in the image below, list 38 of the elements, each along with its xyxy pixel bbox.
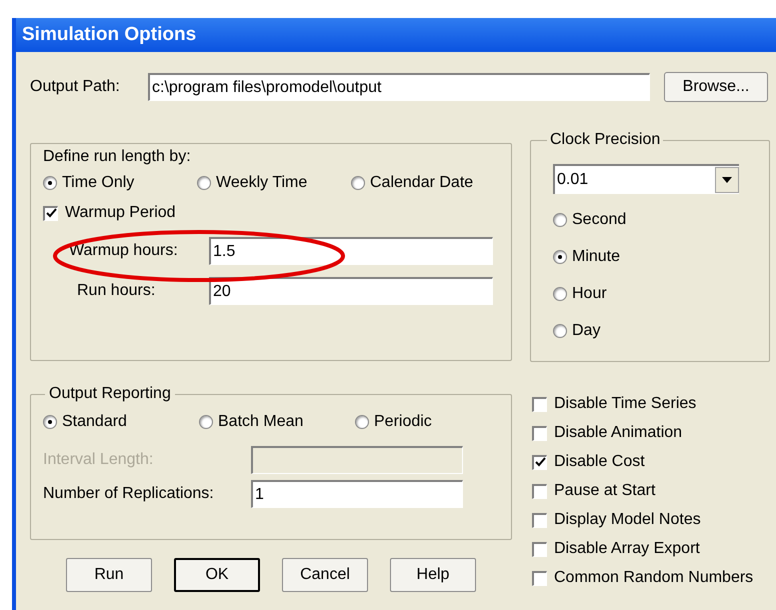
dialog-button[interactable]: OK xyxy=(174,558,260,592)
radio-option[interactable]: Time Only xyxy=(43,171,197,195)
text-input[interactable]: 1.5 xyxy=(209,237,493,265)
text-input[interactable] xyxy=(251,446,463,474)
checkbox-option[interactable]: Warmup Period xyxy=(43,201,511,225)
checkbox-option[interactable]: Pause at Start xyxy=(532,479,754,503)
text-input[interactable]: 20 xyxy=(209,277,493,305)
precision-dropdown[interactable]: 0.01 xyxy=(553,164,739,194)
checkbox-option[interactable]: Disable Animation xyxy=(532,421,754,445)
group-heading: Define run length by: xyxy=(43,147,192,167)
radio-option[interactable]: Periodic xyxy=(355,410,511,434)
window-title: Simulation Options xyxy=(22,22,196,47)
radio-option[interactable]: Day xyxy=(553,319,739,343)
radio-option[interactable]: Standard xyxy=(43,410,199,434)
checkbox-option[interactable]: Disable Time Series xyxy=(532,392,754,416)
checkbox-option[interactable]: Display Model Notes xyxy=(532,508,754,532)
field-label: Interval Length: xyxy=(43,450,154,470)
dialog-button[interactable]: Cancel xyxy=(282,558,368,592)
checkbox-option[interactable]: Common Random Numbers xyxy=(532,566,754,590)
group-heading: Output Reporting xyxy=(48,384,172,404)
radio-option[interactable]: Weekly Time xyxy=(197,171,351,195)
dialog-button[interactable]: Help xyxy=(390,558,476,592)
checkbox-option[interactable]: Disable Array Export xyxy=(532,537,754,561)
field-label: Run hours: xyxy=(76,281,156,301)
radio-option[interactable]: Batch Mean xyxy=(199,410,355,434)
text-input[interactable]: c:\program files\promodel\output xyxy=(148,73,650,101)
text-input[interactable]: 1 xyxy=(251,480,463,508)
checkbox-option[interactable]: Disable Cost xyxy=(532,450,754,474)
group-heading: Clock Precision xyxy=(549,130,662,150)
field-label: Number of Replications: xyxy=(43,484,215,504)
radio-option[interactable]: Second xyxy=(553,208,739,232)
field-label: Output Path: xyxy=(30,77,121,97)
dialog-button[interactable]: Run xyxy=(66,558,152,592)
radio-option[interactable]: Calendar Date xyxy=(351,171,505,195)
radio-option[interactable]: Minute xyxy=(553,245,739,269)
radio-option[interactable]: Hour xyxy=(553,282,739,306)
browse-button[interactable]: Browse... xyxy=(664,72,768,102)
field-label: Warmup hours: xyxy=(68,241,179,261)
